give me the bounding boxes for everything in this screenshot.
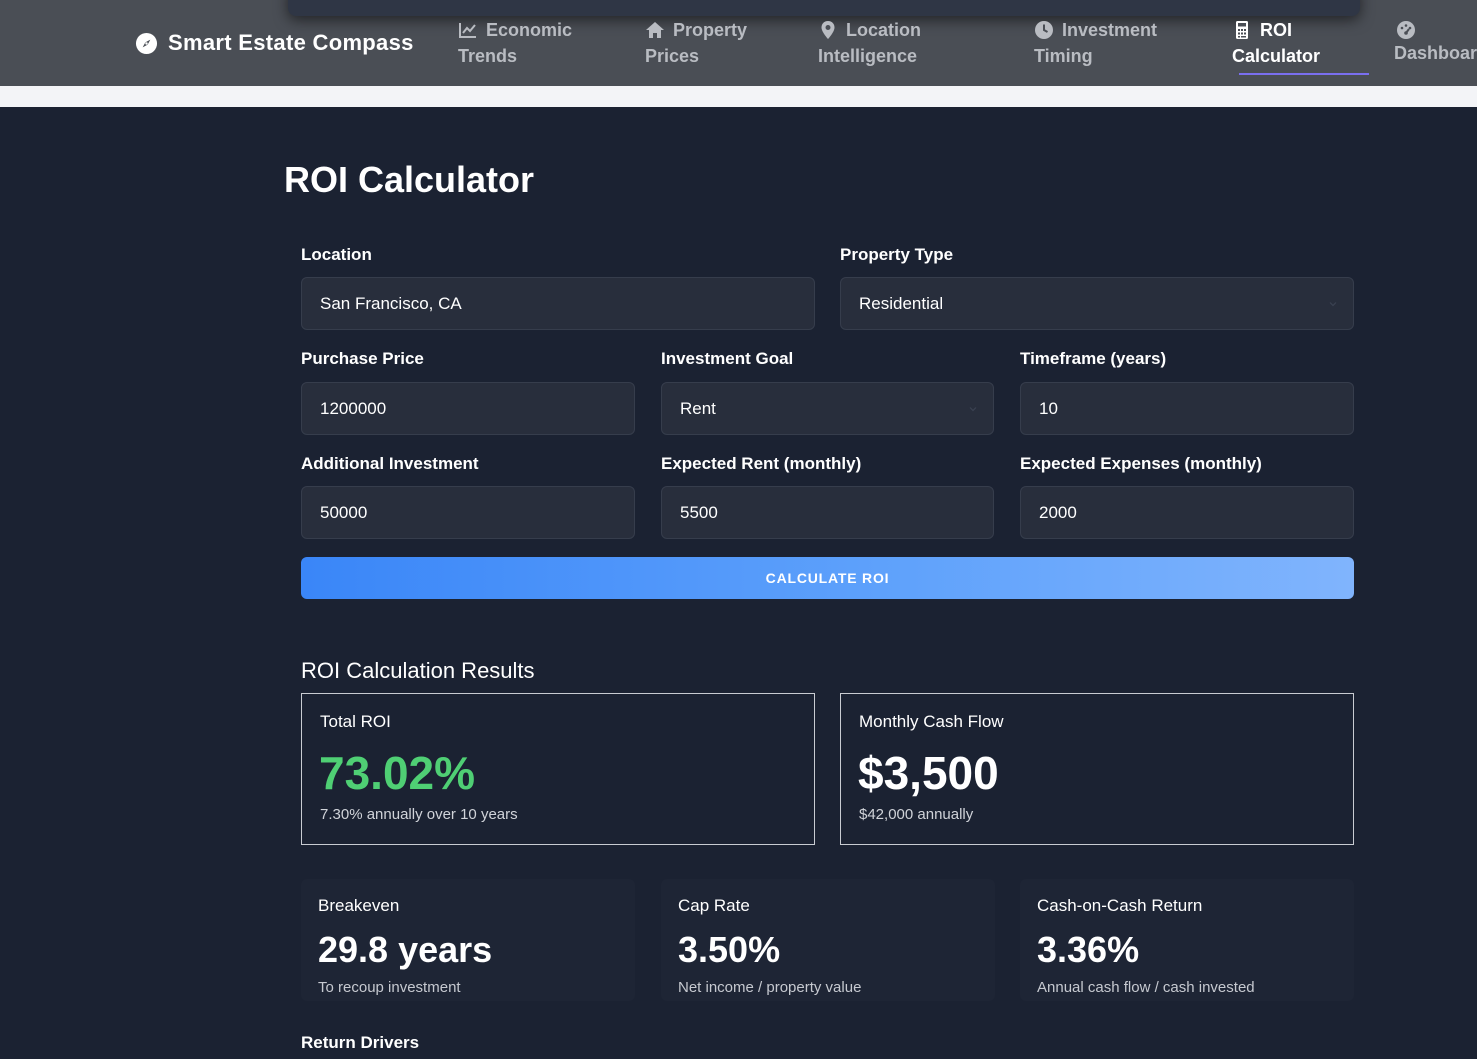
additional-investment-input[interactable]: 50000 — [301, 486, 635, 539]
clock-icon — [1035, 21, 1053, 39]
timeframe-value: 10 — [1039, 398, 1058, 418]
investment-goal-value: Rent — [680, 398, 716, 418]
active-tab-indicator — [1239, 73, 1369, 75]
chevron-down-icon — [1329, 302, 1337, 307]
breakeven-value: 29.8 years — [318, 929, 493, 970]
overlay-shadow — [288, 0, 1360, 16]
location-input[interactable]: San Francisco, CA — [301, 277, 815, 330]
calculate-roi-button[interactable]: CALCULATE ROI — [301, 557, 1354, 599]
app-name: Smart Estate Compass — [168, 30, 414, 55]
calculator-icon — [1236, 21, 1248, 39]
investment-goal-label: Investment Goal — [661, 349, 794, 368]
expected-expenses-label: Expected Expenses (monthly) — [1020, 454, 1262, 473]
additional-investment-label: Additional Investment — [301, 454, 479, 473]
compass-icon — [135, 32, 158, 54]
total-roi-label: Total ROI — [320, 712, 391, 731]
cash-flow-value: $3,500 — [858, 747, 999, 799]
total-roi-value: 73.02% — [319, 747, 476, 799]
breakeven-metric: Breakeven 29.8 years To recoup investmen… — [301, 879, 635, 1001]
return-drivers-heading: Return Drivers — [301, 1033, 420, 1052]
cap-rate-value: 3.50% — [678, 929, 781, 970]
coc-return-metric: Cash-on-Cash Return 3.36% Annual cash fl… — [1020, 879, 1354, 1001]
cash-flow-card: Monthly Cash Flow $3,500 $42,000 annuall… — [840, 693, 1354, 845]
total-roi-sub: 7.30% annually over 10 years — [320, 806, 518, 823]
top-navbar: Smart Estate Compass Economic Trends Pro… — [0, 0, 1477, 86]
property-type-select[interactable]: Residential — [840, 277, 1354, 330]
nav-label-line2: Calculator — [1232, 46, 1321, 66]
cap-rate-sub: Net income / property value — [678, 979, 862, 996]
nav-label-line2: Prices — [645, 46, 700, 66]
expected-expenses-value: 2000 — [1039, 502, 1077, 522]
coc-return-sub: Annual cash flow / cash invested — [1037, 979, 1255, 996]
expected-rent-label: Expected Rent (monthly) — [661, 454, 862, 473]
home-icon — [646, 22, 664, 38]
nav-label-line1: Investment — [1062, 20, 1158, 40]
map-pin-icon — [821, 21, 835, 39]
nav-label-line1: Dashboard — [1394, 43, 1477, 63]
cap-rate-label: Cap Rate — [678, 896, 750, 915]
nav-item-location-intelligence[interactable]: Location Intelligence — [818, 17, 921, 69]
nav-item-roi-calculator[interactable]: ROI Calculator — [1232, 17, 1320, 69]
cash-flow-sub: $42,000 annually — [859, 806, 974, 823]
nav-label-line1: Economic — [486, 20, 573, 40]
results-title: ROI Calculation Results — [301, 658, 535, 683]
nav-item-economic-trends[interactable]: Economic Trends — [458, 17, 572, 69]
timeframe-input[interactable]: 10 — [1020, 382, 1354, 435]
nav-label-line1: ROI — [1260, 20, 1293, 40]
expected-rent-value: 5500 — [680, 502, 718, 522]
nav-label-line1: Location — [846, 20, 921, 40]
purchase-price-label: Purchase Price — [301, 349, 424, 368]
purchase-price-input[interactable]: 1200000 — [301, 382, 635, 435]
chart-line-icon — [459, 23, 476, 38]
cash-flow-label: Monthly Cash Flow — [859, 712, 1004, 731]
nav-label-line2: Intelligence — [818, 46, 918, 66]
gauge-icon — [1397, 21, 1415, 39]
nav-label-line2: Trends — [458, 46, 518, 66]
expected-expenses-input[interactable]: 2000 — [1020, 486, 1354, 539]
page-title: ROI Calculator — [284, 159, 535, 200]
additional-investment-value: 50000 — [320, 502, 368, 522]
timeframe-label: Timeframe (years) — [1020, 349, 1167, 368]
breakeven-label: Breakeven — [318, 896, 400, 915]
nav-item-property-prices[interactable]: Property Prices — [645, 17, 747, 69]
nav-item-investment-timing[interactable]: Investment Timing — [1034, 17, 1157, 69]
investment-goal-select[interactable]: Rent — [661, 382, 994, 435]
total-roi-card: Total ROI 73.02% 7.30% annually over 10 … — [301, 693, 815, 845]
nav-item-dashboard[interactable]: Dashboard — [1394, 17, 1477, 66]
breakeven-sub: To recoup investment — [318, 979, 461, 996]
brand[interactable]: Smart Estate Compass — [135, 29, 414, 57]
property-type-value: Residential — [859, 293, 944, 313]
nav-label-line1: Property — [673, 20, 748, 40]
purchase-price-value: 1200000 — [320, 398, 387, 418]
chevron-down-icon — [969, 407, 977, 412]
location-value: San Francisco, CA — [320, 293, 462, 313]
coc-return-label: Cash-on-Cash Return — [1037, 896, 1203, 915]
header-divider-strip — [0, 86, 1477, 107]
main-content: ROI Calculator Location San Francisco, C… — [0, 107, 1477, 1059]
expected-rent-input[interactable]: 5500 — [661, 486, 994, 539]
location-label: Location — [301, 245, 372, 264]
nav-label-line2: Timing — [1034, 46, 1093, 66]
coc-return-value: 3.36% — [1037, 929, 1140, 970]
cap-rate-metric: Cap Rate 3.50% Net income / property val… — [661, 879, 995, 1001]
property-type-label: Property Type — [840, 245, 954, 264]
